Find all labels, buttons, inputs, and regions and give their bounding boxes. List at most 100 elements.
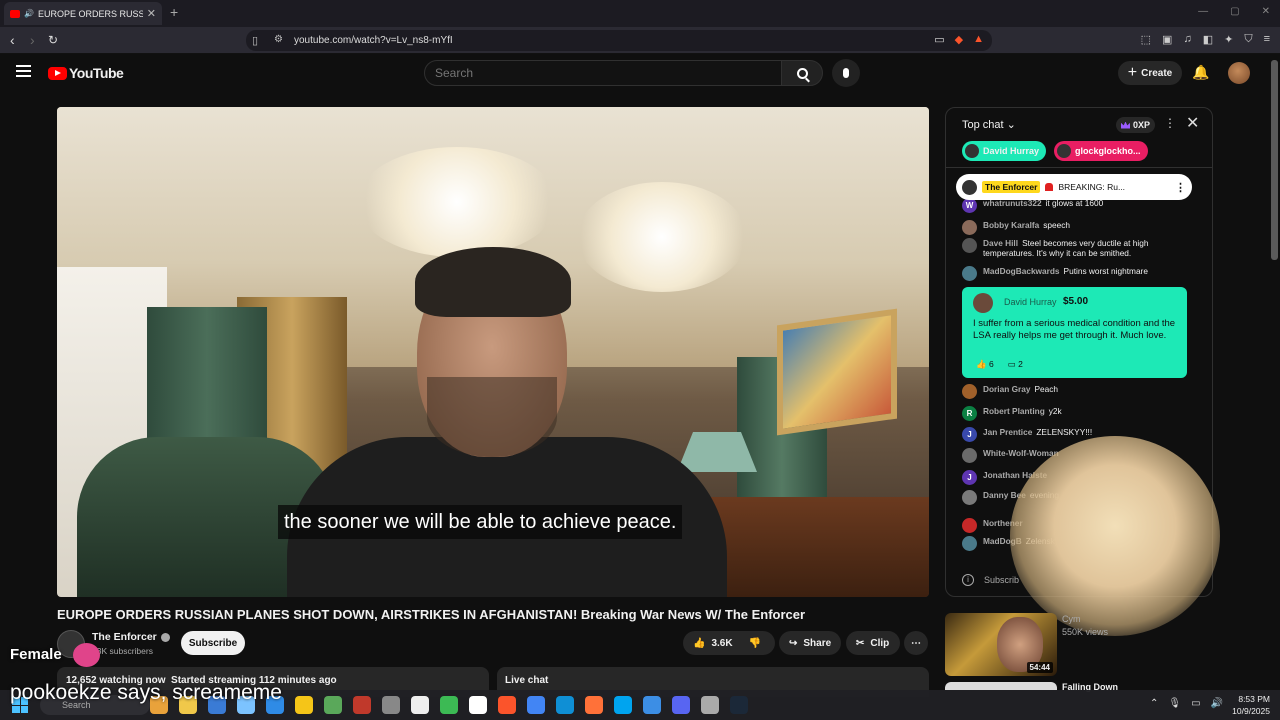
xp-badge[interactable]: 0XP xyxy=(1116,117,1156,133)
taskbar-app-icon[interactable] xyxy=(498,696,516,714)
browser-tab[interactable]: 🔊 EUROPE ORDERS RUSSIAN PL ✕ xyxy=(4,2,162,25)
chat-author[interactable]: Dave Hill xyxy=(983,238,1018,248)
extensions-icon[interactable]: ⬚ xyxy=(1141,33,1151,46)
super-chat-likes[interactable]: 👍 6 xyxy=(976,359,994,370)
chat-mode-dropdown[interactable]: Top chat ⌄ xyxy=(962,118,1016,131)
brave-shields-icon[interactable]: ◆ xyxy=(955,33,963,46)
maximize-icon[interactable]: ▢ xyxy=(1230,6,1239,17)
chat-text: Putins worst nightmare xyxy=(1063,266,1148,276)
microphone-icon[interactable]: 🎙 xyxy=(1168,698,1181,709)
chat-avatar xyxy=(962,220,977,235)
scissors-icon: ✂ xyxy=(856,637,865,649)
chat-author[interactable]: White-Wolf-Woman xyxy=(983,448,1059,458)
notifications-bell-icon[interactable]: 🔔 xyxy=(1192,64,1209,81)
taskbar-app-icon[interactable] xyxy=(527,696,545,714)
chat-message[interactable]: Bobby Karalfa speech xyxy=(962,220,1188,235)
chat-text: ZELENSKYY!!! xyxy=(1036,427,1093,437)
sidebar-icon[interactable]: ◧ xyxy=(1203,33,1213,46)
chat-message[interactable]: Dorian Gray Peach xyxy=(962,384,1188,399)
taskbar-app-icon[interactable] xyxy=(382,696,400,714)
tab-close-icon[interactable]: ✕ xyxy=(147,7,156,20)
taskbar-app-icon[interactable] xyxy=(469,696,487,714)
verified-icon xyxy=(160,632,170,642)
taskbar-app-icon[interactable] xyxy=(324,696,342,714)
speaker-icon[interactable]: 🔊 xyxy=(24,9,34,18)
chat-avatar: J xyxy=(962,470,977,485)
taskbar-app-icon[interactable] xyxy=(672,696,690,714)
chat-close-icon[interactable]: ✕ xyxy=(1186,113,1199,133)
like-count[interactable]: 3.6K xyxy=(711,638,732,649)
clip-button[interactable]: ✂ Clip xyxy=(846,631,900,655)
taskbar-app-icon[interactable] xyxy=(614,696,632,714)
chat-message[interactable]: Dave Hill Steel becomes very ductile at h… xyxy=(962,238,1188,258)
taskbar-app-icon[interactable] xyxy=(585,696,603,714)
hamburger-menu-icon[interactable] xyxy=(16,65,31,77)
music-icon[interactable]: ♫ xyxy=(1183,33,1191,46)
taskbar-app-icon[interactable] xyxy=(730,696,748,714)
video-player[interactable]: the sooner we will be able to achieve pe… xyxy=(57,107,929,597)
search-input[interactable] xyxy=(424,60,782,86)
ticker-chip[interactable]: David Hurray xyxy=(962,141,1047,161)
leo-icon[interactable]: ✦ xyxy=(1224,33,1233,46)
chat-author[interactable]: Jan Prentice xyxy=(983,427,1032,437)
taskbar-app-icon[interactable] xyxy=(701,696,719,714)
taskbar-app-icon[interactable] xyxy=(411,696,429,714)
chat-author[interactable]: Dorian Gray xyxy=(983,384,1031,394)
chat-message[interactable]: R Robert Planting y2k xyxy=(962,406,1188,421)
taskbar-app-icon[interactable] xyxy=(295,696,313,714)
camera-blur-overlay xyxy=(1010,436,1220,636)
cast-icon[interactable]: ▭ xyxy=(934,33,944,46)
chat-menu-icon[interactable]: ⋮ xyxy=(1164,116,1176,130)
dislike-icon[interactable]: 👎 xyxy=(749,638,761,649)
chat-message-body: Jan Prentice ZELENSKYY!!! xyxy=(983,427,1092,442)
recommended-video-meta[interactable]: Cym 550K views xyxy=(1062,613,1108,639)
super-chat-avatar xyxy=(973,293,993,313)
recommended-video-thumbnail[interactable]: 54:44 xyxy=(945,613,1057,676)
network-icon[interactable]: ▭ xyxy=(1191,698,1200,709)
back-icon[interactable]: ‹ xyxy=(10,32,15,48)
window-close-icon[interactable]: ✕ xyxy=(1262,6,1270,17)
volume-icon[interactable]: 🔊 xyxy=(1211,698,1223,709)
wallet-icon[interactable]: ▣ xyxy=(1162,33,1172,46)
menu-icon[interactable]: ≡ xyxy=(1264,33,1270,46)
subscribe-hint-text: Subscrib xyxy=(984,575,1020,585)
youtube-logo[interactable]: YouTube xyxy=(48,65,124,81)
taskbar-app-icon[interactable] xyxy=(440,696,458,714)
url-field[interactable]: ▯ ⚙ youtube.com/watch?v=Lv_ns8-mYfI ▭ ◆ … xyxy=(246,30,992,51)
forward-icon[interactable]: › xyxy=(30,32,35,48)
site-settings-icon[interactable]: ⚙ xyxy=(274,34,283,45)
vpn-icon[interactable]: ⛉ xyxy=(1244,33,1252,46)
subscribe-button[interactable]: Subscribe xyxy=(181,631,245,655)
super-chat[interactable]: David Hurray $5.00 I suffer from a serio… xyxy=(962,287,1187,378)
super-chat-replies[interactable]: ▭ 2 xyxy=(1008,359,1023,370)
reload-icon[interactable]: ↻ xyxy=(48,33,58,47)
chat-author[interactable]: MadDogBackwards xyxy=(983,266,1060,276)
ticker-chip[interactable]: glockglockho... xyxy=(1054,141,1148,161)
chat-message[interactable]: Wwhatrunuts322 it glows at 1600 xyxy=(962,198,1188,213)
pinned-message[interactable]: The Enforcer BREAKING: Ru... ⋮ xyxy=(956,174,1192,200)
taskbar-app-icon[interactable] xyxy=(556,696,574,714)
chat-author[interactable]: Robert Planting xyxy=(983,406,1045,416)
search-button[interactable] xyxy=(781,60,823,86)
chat-message[interactable]: J Jan Prentice ZELENSKYY!!! xyxy=(962,427,1188,442)
account-avatar[interactable] xyxy=(1228,62,1250,84)
chat-message[interactable]: MadDogBackwards Putins worst nightmare xyxy=(962,266,1188,281)
voice-search-button[interactable] xyxy=(832,59,860,87)
taskbar-app-icon[interactable] xyxy=(643,696,661,714)
more-actions-button[interactable]: ⋯ xyxy=(904,631,928,655)
recommended-video-thumbnail[interactable] xyxy=(945,682,1057,690)
channel-name[interactable]: The Enforcer xyxy=(92,631,170,643)
create-button[interactable]: + Create xyxy=(1118,61,1182,85)
like-icon[interactable]: 👍 xyxy=(693,638,705,649)
share-button[interactable]: ↪ Share xyxy=(779,631,841,655)
minimize-icon[interactable]: — xyxy=(1198,6,1208,17)
chevron-up-icon[interactable]: ⌃ xyxy=(1150,698,1158,709)
taskbar-app-icon[interactable] xyxy=(353,696,371,714)
brave-rewards-icon[interactable]: ▲ xyxy=(973,33,984,46)
page-scrollbar[interactable] xyxy=(1271,60,1278,260)
pinned-menu-icon[interactable]: ⋮ xyxy=(1175,181,1186,194)
chat-author[interactable]: Bobby Karalfa xyxy=(983,220,1039,230)
bookmark-icon[interactable]: ▯ xyxy=(252,34,258,47)
taskbar-clock[interactable]: 8:53 PM 10/9/2025 xyxy=(1224,693,1270,717)
new-tab-icon[interactable]: + xyxy=(170,4,178,20)
